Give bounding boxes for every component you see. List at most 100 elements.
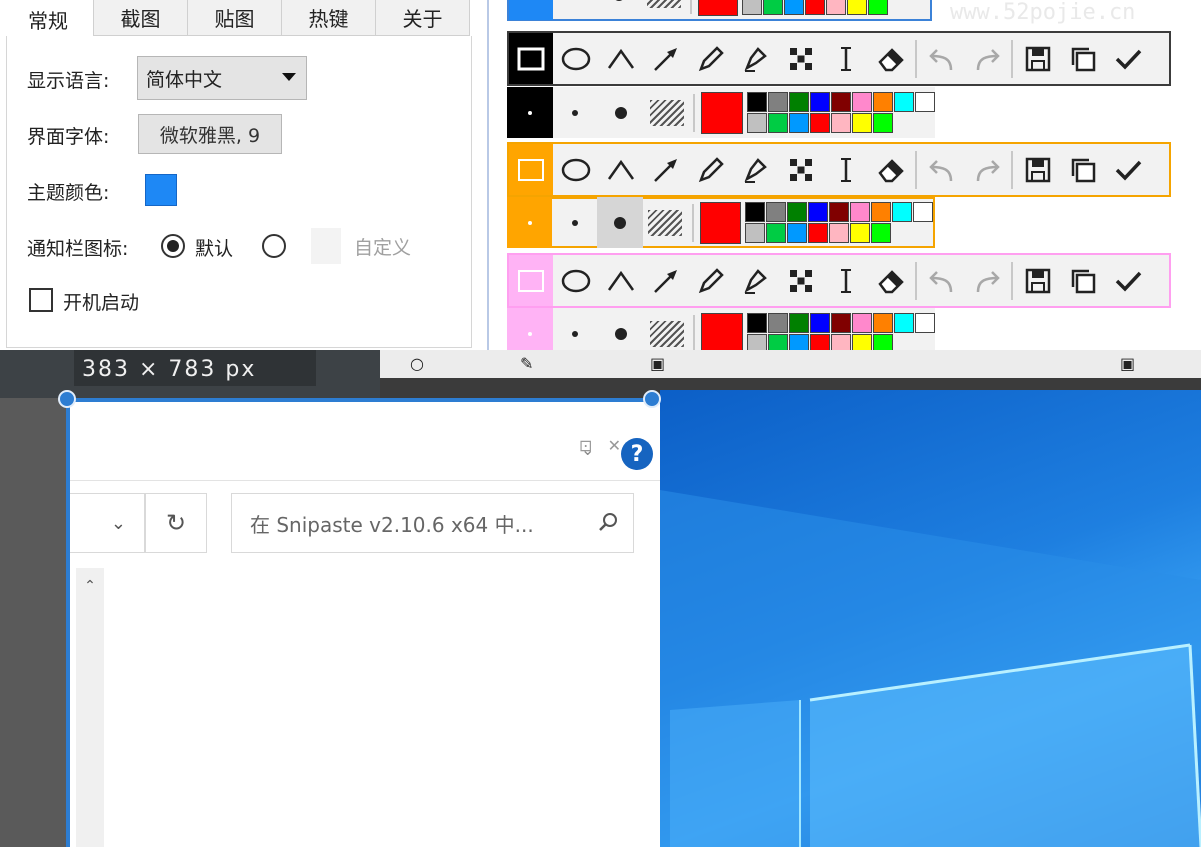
color-palette[interactable] — [745, 202, 934, 243]
resize-handle-top-left[interactable] — [58, 390, 76, 408]
palette-color-swatch[interactable] — [745, 223, 766, 243]
tab-general[interactable]: 常规 — [0, 0, 94, 38]
current-color-swatch[interactable] — [701, 312, 743, 350]
palette-color-swatch[interactable] — [768, 92, 788, 112]
pencil-icon[interactable] — [688, 33, 733, 84]
palette-color-swatch[interactable] — [805, 0, 826, 15]
palette-color-swatch[interactable] — [808, 223, 829, 243]
color-palette[interactable] — [742, 0, 930, 15]
mosaic-pattern-icon[interactable] — [644, 87, 690, 138]
palette-color-swatch[interactable] — [829, 202, 850, 222]
tray-custom-radio[interactable] — [262, 234, 286, 258]
color-palette[interactable] — [747, 313, 935, 350]
palette-color-swatch[interactable] — [789, 113, 809, 133]
marker-icon[interactable] — [733, 144, 778, 195]
arrow-icon[interactable] — [643, 33, 688, 84]
scroll-up-icon[interactable]: ⌃ — [76, 576, 104, 596]
save-icon[interactable] — [1015, 33, 1060, 84]
palette-color-swatch[interactable] — [810, 313, 830, 333]
palette-color-swatch[interactable] — [915, 92, 935, 112]
text-icon[interactable] — [823, 144, 868, 195]
palette-color-swatch[interactable] — [808, 202, 829, 222]
polyline-icon[interactable] — [598, 144, 643, 195]
palette-color-swatch[interactable] — [789, 313, 809, 333]
palette-color-swatch[interactable] — [745, 202, 766, 222]
mosaic-pattern-icon[interactable] — [644, 308, 690, 350]
palette-color-swatch[interactable] — [831, 334, 851, 350]
palette-color-swatch[interactable] — [826, 0, 847, 15]
mosaic-icon[interactable] — [778, 33, 823, 84]
undo-icon[interactable] — [919, 255, 964, 306]
pencil-icon[interactable] — [688, 255, 733, 306]
polyline-icon[interactable] — [598, 255, 643, 306]
palette-color-swatch[interactable] — [871, 223, 892, 243]
palette-color-swatch[interactable] — [871, 202, 892, 222]
palette-color-swatch[interactable] — [850, 223, 871, 243]
nav-pane-scrollbar[interactable] — [76, 568, 104, 847]
palette-color-swatch[interactable] — [873, 113, 893, 133]
palette-color-swatch[interactable] — [831, 113, 851, 133]
copy-icon[interactable] — [1060, 255, 1105, 306]
large-dot-icon[interactable] — [598, 87, 644, 138]
language-select[interactable]: 简体中文 — [137, 56, 307, 100]
marker-icon[interactable] — [733, 255, 778, 306]
palette-color-swatch[interactable] — [915, 313, 935, 333]
palette-color-swatch[interactable] — [831, 92, 851, 112]
palette-color-swatch[interactable] — [850, 202, 871, 222]
font-button[interactable]: 微软雅黑, 9 — [138, 114, 282, 154]
large-dot-icon[interactable] — [598, 308, 644, 350]
palette-color-swatch[interactable] — [787, 202, 808, 222]
palette-color-swatch[interactable] — [789, 92, 809, 112]
mosaic-icon[interactable] — [778, 255, 823, 306]
palette-color-swatch[interactable] — [747, 92, 767, 112]
polyline-icon[interactable] — [598, 33, 643, 84]
redo-icon[interactable] — [964, 33, 1009, 84]
palette-color-swatch[interactable] — [784, 0, 805, 15]
palette-color-swatch[interactable] — [787, 223, 808, 243]
palette-color-swatch[interactable] — [766, 223, 787, 243]
palette-color-swatch[interactable] — [892, 202, 913, 222]
color-palette[interactable] — [747, 92, 935, 133]
copy-icon[interactable] — [1060, 144, 1105, 195]
address-history-dropdown[interactable]: ⌄ — [69, 493, 145, 553]
mosaic-icon[interactable] — [778, 144, 823, 195]
resize-handle-top-right[interactable] — [643, 390, 661, 408]
eraser-icon[interactable] — [868, 144, 913, 195]
redo-icon[interactable] — [964, 144, 1009, 195]
palette-color-swatch[interactable] — [768, 113, 788, 133]
palette-color-swatch[interactable] — [852, 92, 872, 112]
current-color-swatch[interactable] — [699, 201, 742, 244]
tab-about[interactable]: 关于 — [376, 0, 470, 36]
arrow-icon[interactable] — [643, 255, 688, 306]
palette-color-swatch[interactable] — [810, 334, 830, 350]
undo-icon[interactable] — [919, 33, 964, 84]
palette-color-swatch[interactable] — [894, 92, 914, 112]
current-color-swatch[interactable] — [701, 91, 743, 134]
eraser-icon[interactable] — [868, 33, 913, 84]
text-icon[interactable] — [823, 255, 868, 306]
small-dot-icon[interactable] — [552, 197, 597, 248]
palette-color-swatch[interactable] — [810, 92, 830, 112]
eraser-icon[interactable] — [868, 255, 913, 306]
refresh-button[interactable]: ↻ — [145, 493, 207, 553]
small-dot-icon[interactable] — [553, 0, 597, 20]
small-dot-icon[interactable] — [553, 308, 599, 350]
theme-color-swatch[interactable] — [145, 174, 177, 206]
confirm-icon[interactable] — [1105, 255, 1150, 306]
confirm-icon[interactable] — [1105, 144, 1150, 195]
palette-color-swatch[interactable] — [810, 113, 830, 133]
palette-color-swatch[interactable] — [868, 0, 889, 15]
ribbon-expand-chevron-icon[interactable]: ⌄ — [581, 440, 594, 459]
palette-color-swatch[interactable] — [768, 334, 788, 350]
palette-color-swatch[interactable] — [747, 334, 767, 350]
help-icon[interactable]: ? — [621, 438, 653, 470]
palette-color-swatch[interactable] — [747, 113, 767, 133]
palette-color-swatch[interactable] — [829, 223, 850, 243]
undo-icon[interactable] — [919, 144, 964, 195]
mosaic-pattern-icon[interactable] — [643, 197, 688, 248]
palette-color-swatch[interactable] — [847, 0, 868, 15]
palette-color-swatch[interactable] — [789, 334, 809, 350]
tab-snip[interactable]: 截图 — [94, 0, 188, 36]
ellipse-icon[interactable] — [553, 33, 598, 84]
save-icon[interactable] — [1015, 255, 1060, 306]
